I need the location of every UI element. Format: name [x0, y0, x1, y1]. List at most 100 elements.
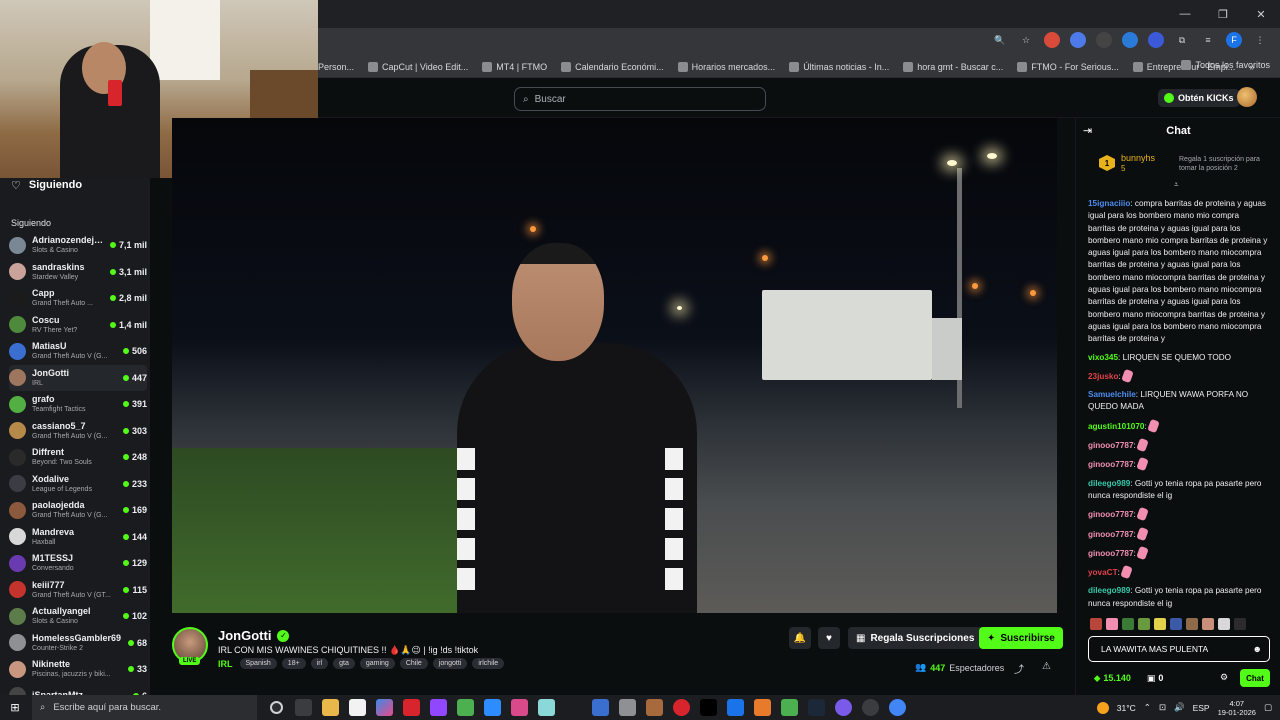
weather-icon[interactable]	[1096, 701, 1109, 714]
app-icon[interactable]	[511, 699, 528, 716]
bookmark[interactable]: MT4 | FTMO	[482, 61, 547, 72]
chat-username[interactable]: 23jusko	[1088, 372, 1119, 381]
sidebar-channel[interactable]: Capp Grand Theft Auto ... 2,8 mil	[9, 285, 147, 311]
chat-username[interactable]: yovaCT	[1088, 568, 1118, 577]
tiktok-icon[interactable]	[700, 699, 717, 716]
emote[interactable]	[1218, 618, 1230, 630]
zoom-icon[interactable]	[484, 699, 501, 716]
stream-tag[interactable]: Spanish	[239, 658, 277, 669]
extension-icon[interactable]	[1122, 32, 1138, 48]
stream-tag[interactable]: Chile	[399, 658, 428, 669]
chat-username[interactable]: agustin101070	[1088, 422, 1144, 431]
notepad-icon[interactable]	[349, 699, 366, 716]
sidebar-channel[interactable]: iSpartanMtz6	[9, 683, 147, 695]
stream-tag[interactable]: jongotti	[432, 658, 468, 669]
chat-username[interactable]: ginooo7787	[1088, 530, 1134, 539]
chat-username[interactable]: ginooo7787	[1088, 441, 1134, 450]
sidebar-channel[interactable]: grafo Teamfight Tactics 391	[9, 391, 147, 417]
app-icon[interactable]	[538, 699, 555, 716]
emote[interactable]	[1170, 618, 1182, 630]
bookmark[interactable]: Últimas noticias - In...	[789, 61, 889, 72]
sidebar-channel[interactable]: paolaojedda Grand Theft Auto V (G... 169	[9, 497, 147, 523]
translate-icon[interactable]	[1070, 32, 1086, 48]
chat-input[interactable]: LA WAWITA MAS PULENTA ☻	[1088, 636, 1270, 662]
emote[interactable]	[1090, 618, 1102, 630]
star-icon[interactable]: ☆	[1018, 32, 1034, 48]
stream-tag[interactable]: irl	[310, 658, 329, 669]
gift-subs-button[interactable]: ▦ Regala Suscripciones	[848, 627, 983, 649]
sidebar-channel[interactable]: Mandreva Haxball 144	[9, 524, 147, 550]
bookmark[interactable]: FTMO - For Serious...	[1017, 61, 1119, 72]
obs-icon[interactable]	[862, 699, 879, 716]
emote[interactable]	[1234, 618, 1246, 630]
streamer-name[interactable]: JonGotti ✓	[218, 628, 290, 643]
chat-send-button[interactable]: Chat	[1240, 669, 1270, 687]
emote[interactable]	[1202, 618, 1214, 630]
emote[interactable]	[1122, 618, 1134, 630]
sidebar-channel[interactable]: cassiano5_7 Grand Theft Auto V (G... 303	[9, 418, 147, 444]
emote[interactable]	[1186, 618, 1198, 630]
close-icon[interactable]: ✕	[1242, 0, 1280, 28]
taskbar-search[interactable]: ⌕ Escribe aquí para buscar.	[32, 695, 257, 720]
sidebar-channel[interactable]: HomelessGambler69 Counter-Strike 2 68	[9, 630, 147, 656]
restore-icon[interactable]: ❐	[1204, 0, 1242, 28]
kick-points[interactable]: ⬥ 15.140	[1094, 673, 1131, 684]
video-player[interactable]	[172, 118, 1057, 613]
minecraft-icon[interactable]	[781, 699, 798, 716]
file-explorer-icon[interactable]	[322, 699, 339, 716]
bookmark[interactable]: Person...	[318, 62, 354, 72]
app-icon[interactable]	[592, 699, 609, 716]
chat-username[interactable]: Samuelchile	[1088, 390, 1136, 399]
extension-icon[interactable]	[1044, 32, 1060, 48]
following-header[interactable]: ♡ Siguiendo	[11, 178, 150, 192]
app-icon[interactable]	[403, 699, 420, 716]
chat-username[interactable]: ginooo7787	[1088, 549, 1134, 558]
chat-username[interactable]: dileego989	[1088, 586, 1130, 595]
discord-icon[interactable]	[835, 699, 852, 716]
emote[interactable]	[1138, 618, 1150, 630]
notification-icon[interactable]: ▢	[1264, 702, 1272, 713]
settings-icon[interactable]	[619, 699, 636, 716]
sidebar-channel[interactable]: keiii777 Grand Theft Auto V (GT... 115	[9, 577, 147, 603]
app-icon[interactable]	[646, 699, 663, 716]
category-link[interactable]: IRL	[218, 659, 233, 669]
steam-icon[interactable]	[808, 699, 825, 716]
sidebar-channel[interactable]: Xodalive League of Legends 233	[9, 471, 147, 497]
share-icon[interactable]: ⤴	[1014, 661, 1024, 676]
avatar[interactable]	[1237, 87, 1257, 107]
subscribe-button[interactable]: ✦ Suscribirse	[979, 627, 1063, 649]
language-indicator[interactable]: ESP	[1193, 703, 1210, 713]
network-icon[interactable]: ⊡	[1159, 702, 1166, 713]
profile-avatar[interactable]: F	[1226, 32, 1242, 48]
bookmark[interactable]: Horarios mercados...	[677, 61, 775, 72]
sidebar-channel[interactable]: Actuallyangel Slots & Casino 102	[9, 603, 147, 629]
twitch-icon[interactable]	[430, 699, 447, 716]
extension-icon[interactable]	[1148, 32, 1164, 48]
extension-icon[interactable]	[1096, 32, 1112, 48]
sidebar-channel[interactable]: sandraskins Stardew Valley 3,1 mil	[9, 259, 147, 285]
sidebar-channel[interactable]: MatiasU Grand Theft Auto V (G... 506	[9, 338, 147, 364]
opera-icon[interactable]	[673, 699, 690, 716]
chat-username[interactable]: 15ignaciiio	[1088, 199, 1130, 208]
emote[interactable]	[1106, 618, 1118, 630]
bookmark[interactable]: CapCut | Video Edit...	[368, 61, 468, 72]
reading-list-icon[interactable]: ≡	[1200, 32, 1216, 48]
capcut-icon[interactable]	[565, 699, 582, 716]
gear-icon[interactable]: ⚙	[1220, 672, 1228, 683]
cortana-icon[interactable]	[270, 701, 283, 714]
stream-tag[interactable]: irlchile	[472, 658, 505, 669]
bookmark[interactable]: Calendario Económi...	[561, 61, 664, 72]
bookmark[interactable]: hora gmt - Buscar c...	[903, 61, 1003, 72]
chat-username[interactable]: dileego989	[1088, 479, 1130, 488]
sidebar-channel[interactable]: Adrianozendeja... Slots & Casino 7,1 mil	[9, 232, 147, 258]
expand-pinned-icon[interactable]: ⩡	[1174, 180, 1179, 190]
menu-icon[interactable]: ⋮	[1252, 32, 1268, 48]
emote[interactable]	[1154, 618, 1166, 630]
sidebar-channel[interactable]: M1TESSJ Conversando 129	[9, 550, 147, 576]
task-view-icon[interactable]	[295, 699, 312, 716]
app-icon[interactable]	[727, 699, 744, 716]
chrome-icon[interactable]	[889, 699, 906, 716]
sidebar-channel[interactable]: JonGotti IRL 447	[9, 364, 147, 391]
sidebar-channel[interactable]: Nikinette Piscinas, jacuzzis y biki... 33	[9, 656, 147, 682]
temperature[interactable]: 31°C	[1117, 703, 1136, 713]
